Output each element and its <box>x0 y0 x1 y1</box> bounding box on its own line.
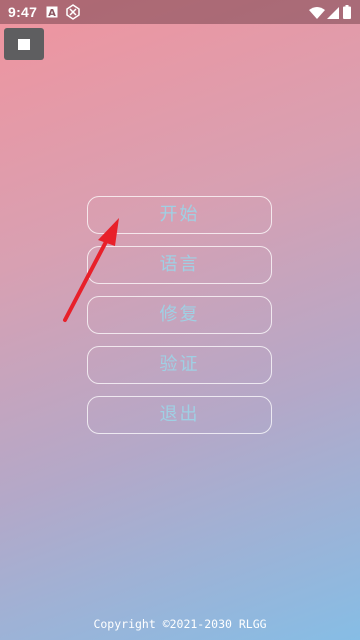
status-bar: 9:47 A <box>0 0 360 24</box>
status-time: 9:47 <box>8 4 38 20</box>
wifi-icon <box>309 6 325 24</box>
battery-icon <box>343 5 351 24</box>
start-button[interactable]: 开始 <box>87 196 272 234</box>
app-notification-icon <box>66 4 80 25</box>
language-button[interactable]: 语言 <box>87 246 272 284</box>
exit-button[interactable]: 退出 <box>87 396 272 434</box>
verify-button[interactable]: 验证 <box>87 346 272 384</box>
signal-icon <box>327 6 339 24</box>
copyright-text: Copyright ©2021-2030 RLGG <box>93 617 267 631</box>
svg-text:A: A <box>48 8 56 18</box>
repair-button[interactable]: 修复 <box>87 296 272 334</box>
stop-button[interactable] <box>4 28 44 60</box>
a-notification-icon: A <box>46 5 58 23</box>
stop-icon <box>18 39 30 50</box>
